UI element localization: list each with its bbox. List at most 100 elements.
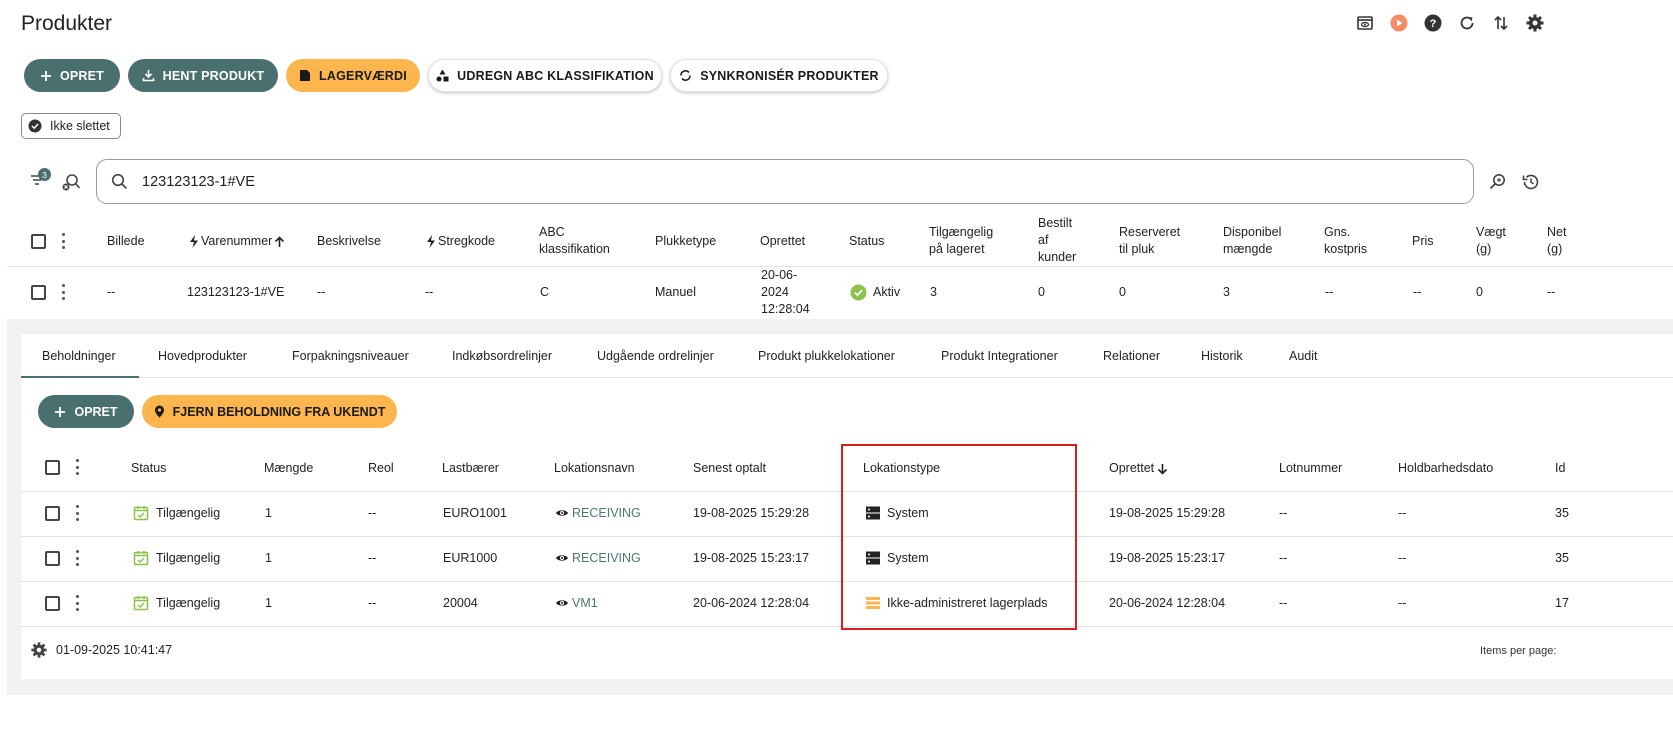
col-image[interactable]: Billede bbox=[107, 233, 145, 250]
cell-lot: -- bbox=[1279, 596, 1288, 610]
holdings-col-qty[interactable]: Mængde bbox=[264, 460, 313, 477]
holding-row-checkbox[interactable] bbox=[45, 506, 60, 521]
tab-relations[interactable]: Relationer bbox=[1103, 349, 1160, 363]
holding-row-menu-icon[interactable] bbox=[73, 505, 81, 521]
refresh-icon[interactable] bbox=[1456, 12, 1478, 34]
cell-pick-type: Manuel bbox=[655, 285, 696, 299]
eye-icon bbox=[556, 510, 568, 516]
col-status[interactable]: Status bbox=[849, 233, 884, 250]
remove-unknown-holding-button[interactable]: FJERN BEHOLDNING FRA UKENDT bbox=[142, 395, 397, 428]
holdings-create-button[interactable]: OPRET bbox=[38, 395, 134, 428]
history-icon[interactable] bbox=[1521, 172, 1541, 192]
create-button[interactable]: OPRET bbox=[24, 59, 120, 92]
holdings-header-menu-icon[interactable] bbox=[73, 459, 81, 475]
not-deleted-filter-chip[interactable]: Ikke slettet bbox=[21, 113, 121, 139]
tab-history[interactable]: Historik bbox=[1201, 349, 1243, 363]
holdings-col-carrier[interactable]: Lastbærer bbox=[442, 460, 499, 477]
col-avg-cost-line1: Gns. bbox=[1324, 225, 1351, 239]
col-sku[interactable]: Varenummer bbox=[189, 233, 285, 250]
items-per-page-label: Items per page: bbox=[1480, 645, 1557, 657]
holdings-col-status[interactable]: Status bbox=[131, 460, 166, 477]
location-type-highlight bbox=[841, 444, 1077, 630]
col-created[interactable]: Oprettet bbox=[760, 233, 805, 250]
help-icon[interactable]: ? bbox=[1422, 12, 1444, 34]
col-weight[interactable]: Vægt (g) bbox=[1476, 224, 1506, 258]
tab-audit[interactable]: Audit bbox=[1289, 349, 1318, 363]
cell-carrier: 20004 bbox=[443, 596, 478, 610]
cell-location-link[interactable]: VM1 bbox=[572, 595, 598, 612]
tabs-divider bbox=[21, 377, 1673, 378]
col-avg-cost[interactable]: Gns. kostpris bbox=[1324, 224, 1367, 258]
svg-text:?: ? bbox=[1430, 18, 1437, 30]
col-net-line2: (g) bbox=[1547, 242, 1563, 256]
play-icon[interactable] bbox=[1388, 12, 1410, 34]
cell-qty: 1 bbox=[265, 596, 272, 610]
holdings-col-last-counted[interactable]: Senest optalt bbox=[693, 460, 766, 477]
cell-sku: 123123123-1#VE bbox=[187, 285, 285, 299]
abc-classification-button[interactable]: UDREGN ABC KLASSIFIKATION bbox=[428, 59, 662, 92]
col-reserved-line1: Reserveret bbox=[1119, 225, 1181, 239]
tab-main-products[interactable]: Hovedprodukter bbox=[158, 349, 247, 363]
col-price[interactable]: Pris bbox=[1412, 233, 1434, 250]
col-weight-line1: Vægt bbox=[1476, 225, 1506, 239]
holdings-select-all-checkbox[interactable] bbox=[45, 460, 60, 475]
holdings-col-id[interactable]: Id bbox=[1555, 460, 1565, 477]
select-all-checkbox[interactable] bbox=[31, 234, 46, 249]
holding-row-checkbox[interactable] bbox=[45, 596, 60, 611]
tab-pick-locations[interactable]: Produkt plukkelokationer bbox=[758, 349, 895, 363]
active-status-icon bbox=[850, 284, 867, 301]
page-title: Produkter bbox=[21, 12, 113, 35]
cell-location-link[interactable]: RECEIVING bbox=[572, 505, 641, 522]
holdings-col-lot[interactable]: Lotnummer bbox=[1279, 460, 1342, 477]
cell-created: 19-08-2025 15:29:28 bbox=[1109, 506, 1226, 520]
col-reserved-line2: til pluk bbox=[1119, 242, 1155, 256]
cell-disposable: 3 bbox=[1223, 285, 1230, 299]
search-field[interactable] bbox=[96, 159, 1474, 204]
zoom-search-icon[interactable] bbox=[1488, 172, 1508, 192]
cell-created: 20-06- 2024 12:28:04 bbox=[761, 267, 810, 318]
tab-outgoing-order-lines[interactable]: Udgående ordrelinjer bbox=[597, 349, 714, 363]
holdings-col-location[interactable]: Lokationsnavn bbox=[554, 460, 635, 477]
search-input[interactable] bbox=[142, 173, 1342, 190]
col-reserved[interactable]: Reserveret til pluk bbox=[1119, 224, 1180, 258]
row-menu-icon[interactable] bbox=[59, 284, 67, 300]
col-ordered[interactable]: Bestilt af kunder bbox=[1038, 215, 1076, 266]
col-abc[interactable]: ABC klassifikation bbox=[539, 224, 610, 258]
holdings-col-created[interactable]: Oprettet bbox=[1109, 460, 1168, 477]
sync-products-button[interactable]: SYNKRONISÉR PRODUKTER bbox=[670, 59, 888, 92]
col-disposable[interactable]: Disponibel mængde bbox=[1223, 224, 1281, 258]
cell-lot: -- bbox=[1279, 506, 1288, 520]
col-net[interactable]: Net (g) bbox=[1547, 224, 1566, 258]
holding-row-menu-icon[interactable] bbox=[73, 595, 81, 611]
header-menu-icon[interactable] bbox=[59, 233, 67, 249]
col-ordered-line3: kunder bbox=[1038, 250, 1077, 264]
clear-search-icon[interactable] bbox=[61, 172, 81, 192]
col-description[interactable]: Beskrivelse bbox=[317, 233, 381, 250]
tab-integrations[interactable]: Produkt Integrationer bbox=[941, 349, 1058, 363]
gear-icon[interactable] bbox=[1524, 12, 1546, 34]
row-checkbox[interactable] bbox=[31, 285, 46, 300]
calendar-check-icon bbox=[133, 596, 149, 611]
holding-row-menu-icon[interactable] bbox=[73, 550, 81, 566]
settings-gear-icon[interactable] bbox=[30, 641, 48, 659]
fetch-product-button[interactable]: HENT PRODUKT bbox=[128, 59, 278, 92]
holding-row-checkbox[interactable] bbox=[45, 551, 60, 566]
cell-abc: C bbox=[540, 285, 550, 299]
sort-icon[interactable] bbox=[1490, 12, 1512, 34]
col-pick-type[interactable]: Plukketype bbox=[655, 233, 716, 250]
tab-holdings[interactable]: Beholdninger bbox=[42, 349, 116, 363]
cell-created-line1: 20-06- bbox=[761, 268, 798, 282]
col-available[interactable]: Tilgængelig på lageret bbox=[929, 224, 993, 258]
cell-id: 35 bbox=[1555, 551, 1569, 565]
holdings-col-shelf[interactable]: Reol bbox=[368, 460, 394, 477]
stock-value-button[interactable]: LAGERVÆRDI bbox=[286, 59, 420, 92]
tab-purchase-order-lines[interactable]: Indkøbsordrelinjer bbox=[452, 349, 552, 363]
holdings-col-expiry[interactable]: Holdbarhedsdato bbox=[1398, 460, 1493, 477]
tab-packaging-levels[interactable]: Forpakningsniveauer bbox=[292, 349, 409, 363]
cell-created: 19-08-2025 15:23:17 bbox=[1109, 551, 1226, 565]
col-barcode[interactable]: Stregkode bbox=[426, 233, 495, 250]
cell-expiry: -- bbox=[1398, 551, 1407, 565]
cell-location-link[interactable]: RECEIVING bbox=[572, 550, 641, 567]
cell-expiry: -- bbox=[1398, 596, 1407, 610]
eye-icon[interactable] bbox=[1354, 12, 1376, 34]
